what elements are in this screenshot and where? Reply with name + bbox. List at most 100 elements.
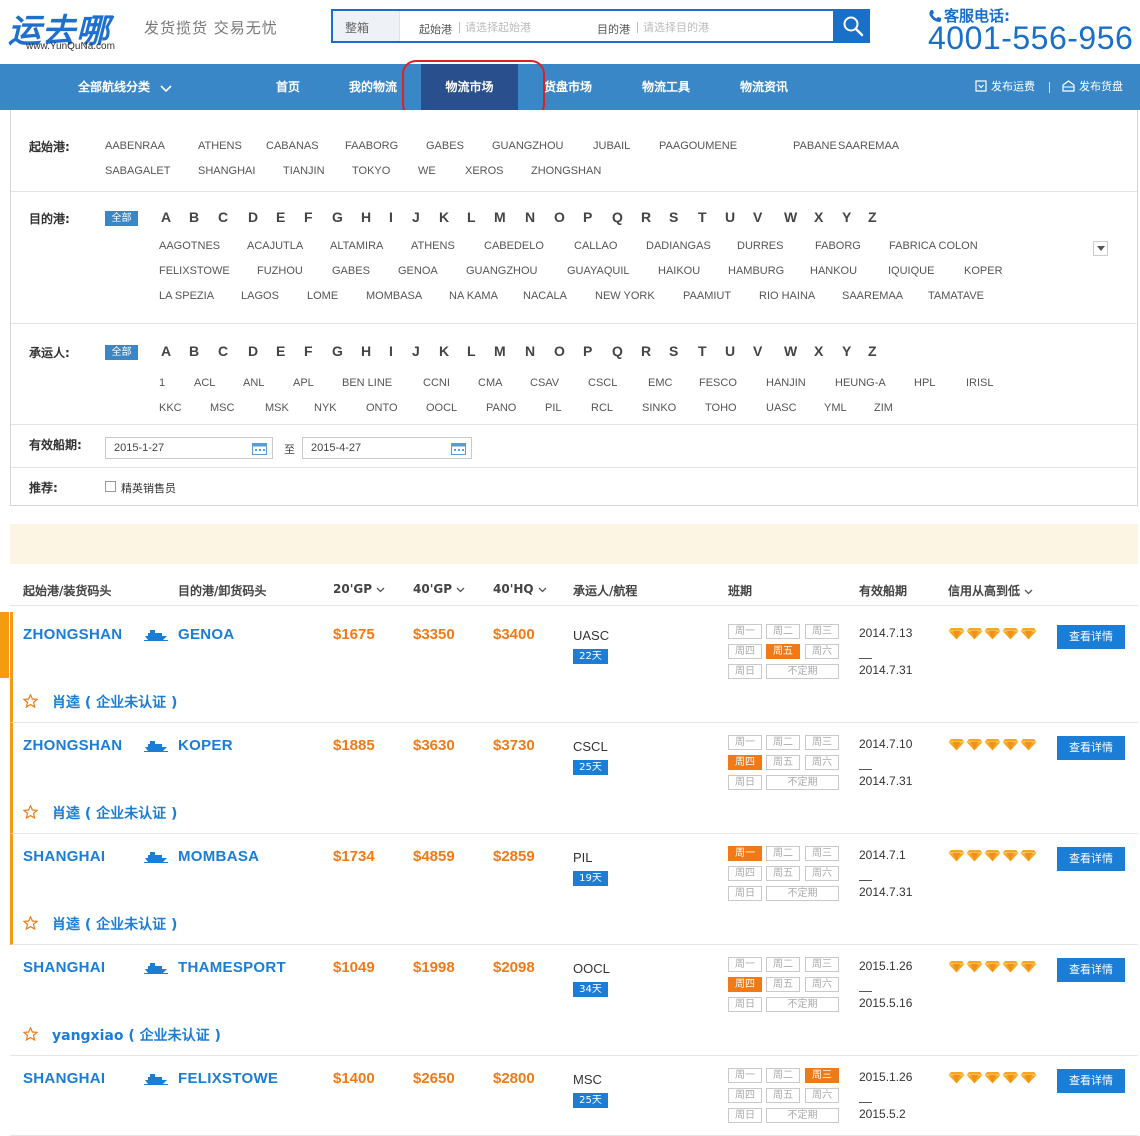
nav-my-logistics[interactable]: 我的物流 xyxy=(338,64,408,110)
dest-option-mombasa[interactable]: MOMBASA xyxy=(366,290,422,302)
carrier-option-onto[interactable]: ONTO xyxy=(366,402,398,414)
favorite-star-icon[interactable] xyxy=(22,1026,39,1046)
dest-letter-o[interactable]: O xyxy=(554,209,565,225)
elite-seller-checkbox[interactable] xyxy=(105,481,116,492)
carrier-option-1[interactable]: 1 xyxy=(159,377,165,389)
dest-option-felixstowe[interactable]: FELIXSTOWE xyxy=(159,265,230,277)
view-details-button[interactable]: 查看详情 xyxy=(1057,625,1125,649)
carrier-letter-x[interactable]: X xyxy=(814,343,823,359)
carrier-option-uasc[interactable]: UASC xyxy=(766,402,797,414)
dest-letter-g[interactable]: G xyxy=(332,209,343,225)
carrier-letter-b[interactable]: B xyxy=(189,343,199,359)
favorite-star-icon[interactable] xyxy=(22,693,39,713)
favorite-star-icon[interactable] xyxy=(22,915,39,935)
dest-letter-y[interactable]: Y xyxy=(842,209,851,225)
carrier-option-cma[interactable]: CMA xyxy=(478,377,502,389)
carrier-letter-v[interactable]: V xyxy=(753,343,762,359)
carrier-option-pil[interactable]: PIL xyxy=(545,402,562,414)
publish-freight-link[interactable]: 发布运费 xyxy=(975,64,1035,110)
carrier-option-ccni[interactable]: CCNI xyxy=(423,377,450,389)
dest-letter-w[interactable]: W xyxy=(784,209,797,225)
carrier-option-apl[interactable]: APL xyxy=(293,377,314,389)
publish-cargo-link[interactable]: 发布货盘 xyxy=(1062,64,1123,110)
carrier-option-hanjin[interactable]: HANJIN xyxy=(766,377,806,389)
nav-cargo-market[interactable]: 货盘市场 xyxy=(532,64,604,110)
carrier-letter-l[interactable]: L xyxy=(467,343,476,359)
dest-port-link[interactable]: FELIXSTOWE xyxy=(178,1070,278,1087)
carrier-letter-k[interactable]: K xyxy=(439,343,449,359)
origin-option-jubail[interactable]: JUBAIL xyxy=(593,140,630,152)
carrier-option-ben-line[interactable]: BEN LINE xyxy=(342,377,392,389)
origin-port-input[interactable] xyxy=(465,19,565,35)
dest-all-button[interactable]: 全部 xyxy=(105,211,138,226)
carrier-letter-f[interactable]: F xyxy=(304,343,313,359)
carrier-option-msc[interactable]: MSC xyxy=(210,402,234,414)
side-feedback-tab[interactable] xyxy=(0,612,9,678)
carrier-letter-g[interactable]: G xyxy=(332,343,343,359)
dest-letter-d[interactable]: D xyxy=(248,209,258,225)
dest-option-acajutla[interactable]: ACAJUTLA xyxy=(247,240,303,252)
carrier-letter-r[interactable]: R xyxy=(641,343,651,359)
dest-letter-h[interactable]: H xyxy=(361,209,371,225)
dest-option-faborg[interactable]: FABORG xyxy=(815,240,861,252)
dest-option-aagotnes[interactable]: AAGOTNES xyxy=(159,240,220,252)
carrier-letter-z[interactable]: Z xyxy=(868,343,877,359)
origin-option-we[interactable]: WE xyxy=(418,165,436,177)
dest-letter-e[interactable]: E xyxy=(276,209,285,225)
dest-option-tamatave[interactable]: TAMATAVE xyxy=(928,290,984,302)
origin-option-faaborg[interactable]: FAABORG xyxy=(345,140,398,152)
origin-port-link[interactable]: SHANGHAI xyxy=(23,959,105,976)
dest-letter-z[interactable]: Z xyxy=(868,209,877,225)
carrier-option-rcl[interactable]: RCL xyxy=(591,402,613,414)
carrier-letter-a[interactable]: A xyxy=(161,343,171,359)
search-button[interactable] xyxy=(835,9,870,43)
origin-option-tokyo[interactable]: TOKYO xyxy=(352,165,390,177)
dest-option-haikou[interactable]: HAIKOU xyxy=(658,265,700,277)
origin-port-link[interactable]: SHANGHAI xyxy=(23,1070,105,1087)
nav-home[interactable]: 首页 xyxy=(258,64,318,110)
carrier-letter-p[interactable]: P xyxy=(583,343,592,359)
dest-option-la-spezia[interactable]: LA SPEZIA xyxy=(159,290,214,302)
dest-letter-j[interactable]: J xyxy=(412,209,420,225)
dest-option-dadiangas[interactable]: DADIANGAS xyxy=(646,240,711,252)
dest-port-link[interactable]: KOPER xyxy=(178,737,233,754)
carrier-option-pano[interactable]: PANO xyxy=(486,402,516,414)
dest-option-hamburg[interactable]: HAMBURG xyxy=(728,265,784,277)
origin-option-tianjin[interactable]: TIANJIN xyxy=(283,165,325,177)
dest-option-rio-haina[interactable]: RIO HAINA xyxy=(759,290,815,302)
dest-option-guayaquil[interactable]: GUAYAQUIL xyxy=(567,265,630,277)
carrier-option-nyk[interactable]: NYK xyxy=(314,402,337,414)
carrier-letter-e[interactable]: E xyxy=(276,343,285,359)
dest-option-fabrica-colon[interactable]: FABRICA COLON xyxy=(889,240,978,252)
origin-option-pabane[interactable]: PABANE xyxy=(793,140,837,152)
carrier-option-csav[interactable]: CSAV xyxy=(530,377,559,389)
dest-letter-r[interactable]: R xyxy=(641,209,651,225)
dest-port-link[interactable]: THAMESPORT xyxy=(178,959,286,976)
dest-letter-s[interactable]: S xyxy=(669,209,678,225)
dest-option-durres[interactable]: DURRES xyxy=(737,240,783,252)
validity-to-input[interactable]: 2015-4-27 xyxy=(302,437,472,459)
site-logo[interactable]: 运去哪 www.YunQuNa.com xyxy=(8,4,133,54)
carrier-option-hpl[interactable]: HPL xyxy=(914,377,935,389)
dest-port-link[interactable]: GENOA xyxy=(178,626,235,643)
carrier-letter-j[interactable]: J xyxy=(412,343,420,359)
dest-option-saaremaa[interactable]: SAAREMAA xyxy=(842,290,903,302)
carrier-option-toho[interactable]: TOHO xyxy=(705,402,737,414)
origin-option-athens[interactable]: ATHENS xyxy=(198,140,242,152)
view-details-button[interactable]: 查看详情 xyxy=(1057,958,1125,982)
col-40hq-header[interactable]: 40'HQ xyxy=(493,582,547,596)
view-details-button[interactable]: 查看详情 xyxy=(1057,847,1125,871)
dest-letter-i[interactable]: I xyxy=(389,209,393,225)
origin-option-aabenraa[interactable]: AABENRAA xyxy=(105,140,165,152)
nav-logistics-news[interactable]: 物流资讯 xyxy=(728,64,800,110)
origin-option-gabes[interactable]: GABES xyxy=(426,140,464,152)
company-name-link[interactable]: 肖逵 ( 企业未认证 ) xyxy=(52,692,177,712)
carrier-option-kkc[interactable]: KKC xyxy=(159,402,182,414)
dest-letter-f[interactable]: F xyxy=(304,209,313,225)
carrier-letter-w[interactable]: W xyxy=(784,343,797,359)
carrier-option-irisl[interactable]: IRISL xyxy=(966,377,994,389)
view-details-button[interactable]: 查看详情 xyxy=(1057,1069,1125,1093)
carrier-letter-d[interactable]: D xyxy=(248,343,258,359)
dest-letter-q[interactable]: Q xyxy=(612,209,623,225)
dest-option-na-kama[interactable]: NA KAMA xyxy=(449,290,498,302)
